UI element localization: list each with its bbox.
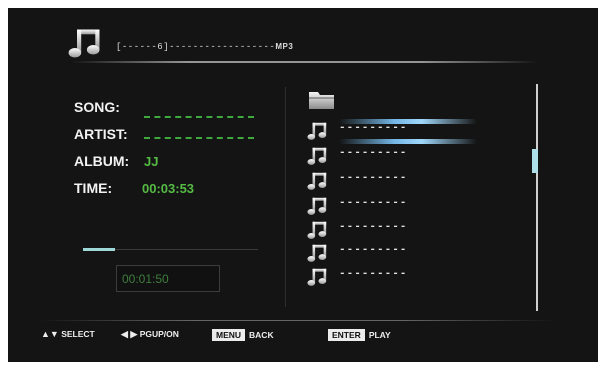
folder-icon[interactable]: [307, 89, 337, 111]
menu-key: MENU: [212, 329, 246, 341]
music-note-icon: [307, 243, 329, 263]
music-note-icon: [307, 171, 329, 191]
enter-hint: ENTER PLAY: [328, 329, 391, 343]
page-label: PGUP/ON: [139, 329, 179, 339]
music-note-icon: [307, 146, 329, 166]
artist-value: [144, 137, 254, 139]
select-label: SELECT: [61, 329, 95, 339]
format-label: MP3: [275, 42, 294, 51]
play-label: PLAY: [368, 330, 391, 340]
file-progress-indicator: [------6]------------------MP3: [116, 42, 293, 52]
panel-divider: [285, 87, 286, 307]
track-name: ---------: [339, 147, 408, 159]
music-note-icon: [307, 220, 329, 240]
track-item[interactable]: ---------: [307, 171, 467, 191]
music-note-icon: [68, 25, 104, 61]
up-down-arrows-icon: ▲▼: [41, 329, 59, 339]
music-note-icon: [307, 196, 329, 216]
elapsed-time: 00:01:50: [122, 272, 169, 286]
artist-label: ARTIST:: [74, 126, 128, 142]
track-name: ---------: [339, 122, 408, 134]
time-label: TIME:: [74, 180, 113, 196]
left-right-arrows-icon: ◀ ▶: [121, 329, 138, 339]
track-name: ---------: [339, 268, 408, 280]
track-item[interactable]: ---------: [307, 146, 467, 166]
scrollbar-thumb[interactable]: [532, 149, 538, 173]
header-divider: [71, 61, 538, 63]
scrollbar-track[interactable]: [536, 84, 538, 311]
media-player-screen: [------6]------------------MP3 SONG: ART…: [8, 8, 598, 362]
page-hint: ◀ ▶ PGUP/ON: [121, 329, 179, 343]
track-name: ---------: [339, 244, 408, 256]
track-item[interactable]: ---------: [307, 243, 467, 263]
song-label: SONG:: [74, 99, 120, 115]
track-item[interactable]: ---------: [307, 267, 467, 287]
enter-key: ENTER: [328, 329, 365, 341]
footer-divider: [40, 320, 554, 321]
music-note-icon: [307, 121, 329, 141]
track-name: ---------: [339, 197, 408, 209]
back-label: BACK: [249, 330, 274, 340]
track-item[interactable]: ---------: [307, 121, 467, 141]
menu-hint: MENU BACK: [212, 329, 274, 343]
song-value: [144, 116, 254, 118]
track-name: ---------: [339, 172, 408, 184]
total-time-value: 00:03:53: [142, 181, 195, 196]
album-value: JJ: [144, 154, 159, 169]
track-item[interactable]: ---------: [307, 196, 467, 216]
track-name: ---------: [339, 221, 408, 233]
album-label: ALBUM:: [74, 153, 130, 169]
select-hint: ▲▼ SELECT: [41, 329, 95, 343]
music-note-icon: [307, 267, 329, 287]
playback-progress-fill: [83, 248, 115, 251]
track-item[interactable]: ---------: [307, 220, 467, 240]
file-position-bar: [------6]------------------: [116, 42, 276, 52]
